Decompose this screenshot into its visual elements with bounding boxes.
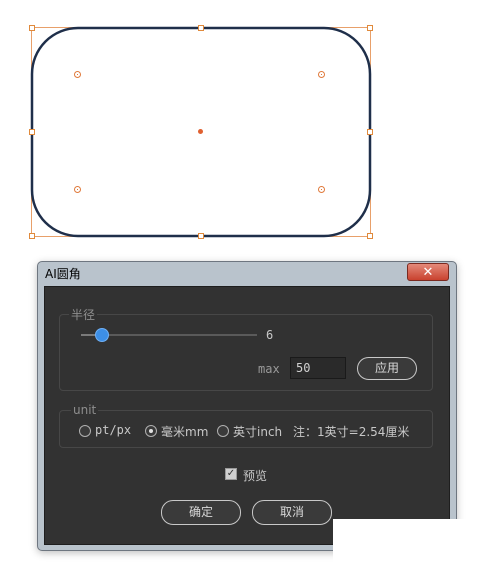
corner-widget-bottom-right[interactable] [318, 186, 325, 193]
handle-top-right[interactable] [367, 25, 373, 31]
dialog-title: AI圆角 [45, 267, 81, 281]
background-patch [333, 519, 494, 577]
handle-middle-left[interactable] [29, 129, 35, 135]
unit-radio-inch[interactable] [217, 425, 229, 437]
handle-bottom-center[interactable] [198, 233, 204, 239]
max-input[interactable]: 50 [290, 357, 346, 379]
unit-note: 注：1英寸=2.54厘米 [293, 425, 410, 439]
unit-option-ptpx-label[interactable]: pt/px [95, 423, 131, 437]
handle-bottom-left[interactable] [29, 233, 35, 239]
unit-radio-ptpx[interactable] [79, 425, 91, 437]
check-icon: ✓ [226, 468, 236, 479]
preview-checkbox[interactable]: ✓ [225, 468, 237, 480]
unit-group-label: unit [71, 403, 99, 417]
unit-option-inch-label[interactable]: 英寸inch [233, 423, 282, 440]
close-icon: ✕ [422, 265, 434, 280]
dialog-body: 半径 6 max 50 应用 unit pt/px 毫米mm 英寸inch 注：… [44, 286, 450, 545]
rounded-rectangle-shape[interactable] [0, 0, 494, 250]
radius-slider-thumb[interactable] [95, 328, 110, 342]
corner-widget-top-left[interactable] [74, 71, 81, 78]
cancel-button[interactable]: 取消 [252, 500, 332, 525]
max-label: max [258, 362, 280, 376]
unit-radio-mm[interactable] [145, 425, 157, 437]
handle-top-left[interactable] [29, 25, 35, 31]
ok-button[interactable]: 确定 [161, 500, 241, 525]
radius-value: 6 [266, 328, 274, 342]
corner-widget-top-right[interactable] [318, 71, 325, 78]
dialog-titlebar[interactable]: AI圆角 ✕ [38, 262, 456, 284]
ai-round-corner-dialog: AI圆角 ✕ 半径 6 max 50 应用 unit pt/px 毫米mm 英寸… [37, 261, 457, 551]
preview-label[interactable]: 预览 [243, 467, 267, 484]
apply-button[interactable]: 应用 [357, 357, 417, 380]
corner-widget-bottom-left[interactable] [74, 186, 81, 193]
handle-top-center[interactable] [198, 25, 204, 31]
radius-group-label: 半径 [69, 306, 98, 323]
artboard-canvas [0, 0, 494, 250]
center-point [198, 129, 203, 134]
close-button[interactable]: ✕ [407, 263, 449, 281]
handle-bottom-right[interactable] [367, 233, 373, 239]
handle-middle-right[interactable] [367, 129, 373, 135]
unit-option-mm-label[interactable]: 毫米mm [161, 423, 208, 440]
